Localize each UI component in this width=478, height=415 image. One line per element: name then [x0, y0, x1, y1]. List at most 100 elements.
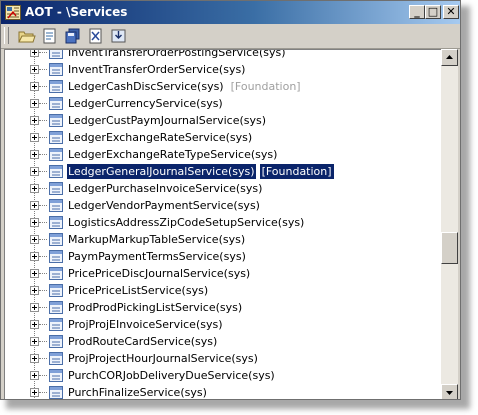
arrow-down-icon — [446, 391, 453, 395]
expand-plus-icon[interactable] — [30, 303, 39, 312]
tree-node[interactable]: ProjProjectHourJournalService(sys) — [5, 350, 442, 367]
compile-icon[interactable] — [86, 27, 105, 45]
tree-node-label: PricePriceDiscJournalService(sys) — [68, 267, 251, 280]
tree-node[interactable]: PurchFinalizeService(sys) — [5, 384, 442, 399]
service-icon — [49, 199, 63, 212]
tree-branch-line — [39, 273, 47, 274]
tree-node-label: LedgerPurchaseInvoiceService(sys) — [68, 182, 263, 195]
service-icon — [49, 63, 63, 76]
properties-icon[interactable] — [40, 27, 59, 45]
tree-node-label: MarkupMarkupTableService(sys) — [68, 233, 246, 246]
expand-plus-icon[interactable] — [30, 82, 39, 91]
service-icon — [49, 114, 63, 127]
service-icon — [49, 97, 63, 110]
tree-node-label: LedgerExchangeRateService(sys) — [68, 131, 253, 144]
tree-node-label: LedgerGeneralJournalService(sys) — [66, 163, 257, 180]
expand-plus-icon[interactable] — [30, 371, 39, 380]
aot-window: AOT - \Services _ □ ✕ InventTransferOrde… — [0, 0, 461, 400]
tree-node-label: PurchFinalizeService(sys) — [68, 386, 207, 399]
maximize-button[interactable]: □ — [425, 5, 441, 19]
tree-node[interactable]: LedgerVendorPaymentService(sys) — [5, 197, 442, 214]
toolbar-grip[interactable] — [4, 27, 9, 44]
expand-plus-icon[interactable] — [30, 167, 39, 176]
service-icon — [49, 50, 63, 59]
service-icon — [49, 267, 63, 280]
expand-plus-icon[interactable] — [30, 133, 39, 142]
scroll-up-button[interactable] — [441, 49, 458, 66]
tree-branch-line — [39, 154, 47, 155]
service-icon — [49, 131, 63, 144]
minimize-button[interactable]: _ — [409, 5, 425, 19]
tree-branch-line — [39, 375, 47, 376]
close-button[interactable]: ✕ — [443, 5, 459, 19]
expand-plus-icon[interactable] — [30, 50, 39, 57]
tree-node-label: LedgerVendorPaymentService(sys) — [68, 199, 260, 212]
tree-node[interactable]: InventTransferOrderPostingService(sys) — [5, 49, 442, 61]
tree-branch-line — [39, 324, 47, 325]
tree-node[interactable]: LedgerExchangeRateService(sys) — [5, 129, 442, 146]
expand-plus-icon[interactable] — [30, 235, 39, 244]
vertical-scrollbar[interactable] — [441, 49, 458, 399]
service-icon — [49, 284, 63, 297]
aot-tree-view[interactable]: InventTransferOrderPostingService(sys) In… — [4, 49, 442, 399]
layer-tag: [Foundation] — [230, 80, 301, 93]
tree-node[interactable]: PaymPaymentTermsService(sys) — [5, 248, 442, 265]
scroll-down-button[interactable] — [441, 384, 458, 399]
tree-node-label: PricePriceListService(sys) — [68, 284, 209, 297]
tree-node[interactable]: LedgerCashDiscService(sys) [Foundation] — [5, 78, 442, 95]
expand-plus-icon[interactable] — [30, 354, 39, 363]
expand-plus-icon[interactable] — [30, 337, 39, 346]
expand-plus-icon[interactable] — [30, 320, 39, 329]
tree-branch-line — [39, 205, 47, 206]
tree-node[interactable]: MarkupMarkupTableService(sys) — [5, 231, 442, 248]
tree-branch-line — [39, 307, 47, 308]
expand-plus-icon[interactable] — [30, 286, 39, 295]
tree-node[interactable]: LedgerPurchaseInvoiceService(sys) — [5, 180, 442, 197]
service-icon — [49, 148, 63, 161]
tree-branch-line — [39, 103, 47, 104]
tree-node-label: PurchCORJobDeliveryDueService(sys) — [68, 369, 275, 382]
save-all-icon[interactable] — [63, 27, 82, 45]
tree-branch-line — [39, 222, 47, 223]
tree-node-label: LedgerCustPaymJournalService(sys) — [68, 114, 267, 127]
service-icon — [49, 386, 63, 399]
expand-plus-icon[interactable] — [30, 99, 39, 108]
import-icon[interactable] — [109, 27, 128, 45]
tree-node-label: InventTransferOrderPostingService(sys) — [68, 49, 286, 59]
tree-node[interactable]: LogisticsAddressZipCodeSetupService(sys) — [5, 214, 442, 231]
expand-plus-icon[interactable] — [30, 218, 39, 227]
expand-plus-icon[interactable] — [30, 252, 39, 261]
tree-branch-line — [39, 86, 47, 87]
tree-node[interactable]: InventTransferOrderService(sys) — [5, 61, 442, 78]
tree-node-label: LedgerCurrencyService(sys) — [68, 97, 223, 110]
tree-node[interactable]: PurchCORJobDeliveryDueService(sys) — [5, 367, 442, 384]
tree-node[interactable]: LedgerCustPaymJournalService(sys) — [5, 112, 442, 129]
tree-node-label: ProdProdPickingListService(sys) — [68, 301, 243, 314]
expand-plus-icon[interactable] — [30, 116, 39, 125]
expand-plus-icon[interactable] — [30, 388, 39, 397]
tree-node-label: LedgerExchangeRateTypeService(sys) — [68, 148, 278, 161]
expand-plus-icon[interactable] — [30, 150, 39, 159]
service-icon — [49, 335, 63, 348]
tree-node[interactable]: ProdRouteCardService(sys) — [5, 333, 442, 350]
tree-node[interactable]: LedgerGeneralJournalService(sys) [Foundat… — [5, 163, 442, 180]
tree-node[interactable]: PricePriceListService(sys) — [5, 282, 442, 299]
title-bar[interactable]: AOT - \Services _ □ ✕ — [1, 1, 460, 24]
tree-node[interactable]: LedgerCurrencyService(sys) — [5, 95, 442, 112]
tree-node[interactable]: PricePriceDiscJournalService(sys) — [5, 265, 442, 282]
tree-node[interactable]: ProjProjEInvoiceService(sys) — [5, 316, 442, 333]
scroll-thumb[interactable] — [441, 232, 458, 264]
tree-branch-line — [39, 120, 47, 121]
tree-node[interactable]: LedgerExchangeRateTypeService(sys) — [5, 146, 442, 163]
service-icon — [49, 318, 63, 331]
expand-plus-icon[interactable] — [30, 269, 39, 278]
tree-branch-line — [39, 188, 47, 189]
tree-node-label: ProjProjectHourJournalService(sys) — [68, 352, 258, 365]
expand-plus-icon[interactable] — [30, 65, 39, 74]
expand-plus-icon[interactable] — [30, 184, 39, 193]
expand-plus-icon[interactable] — [30, 201, 39, 210]
service-icon — [49, 369, 63, 382]
open-icon[interactable] — [17, 27, 36, 45]
tree-node[interactable]: ProdProdPickingListService(sys) — [5, 299, 442, 316]
arrow-up-icon — [446, 55, 453, 59]
